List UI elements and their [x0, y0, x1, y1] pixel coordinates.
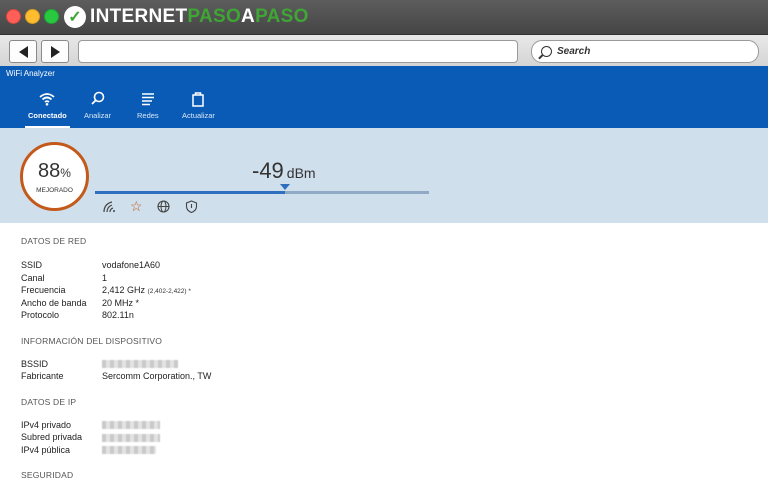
detail-key: SSID — [21, 260, 43, 270]
detail-key: Ancho de banda — [21, 297, 87, 308]
zoom-window-button[interactable] — [44, 9, 59, 24]
detail-key: Frecuencia — [21, 285, 66, 295]
detail-row: Canal 1 — [21, 272, 721, 285]
tab-label: Actualizar — [182, 111, 215, 120]
detail-row: IPv4 privado — [21, 419, 721, 432]
section-title-network: DATOS DE RED — [21, 236, 87, 246]
detail-value: 1 — [102, 272, 108, 283]
detail-key: Fabricante — [21, 371, 64, 381]
close-window-button[interactable] — [6, 9, 21, 24]
section-title-security: SEGURIDAD — [21, 470, 74, 480]
star-icon[interactable]: ☆ — [130, 198, 143, 215]
signal-icon[interactable] — [103, 200, 116, 213]
detail-row: SSID vodafone1A60 — [21, 259, 721, 272]
tab-label: Analizar — [84, 111, 112, 120]
frequency-value: 2,412 GHz — [102, 285, 146, 295]
tab-conectado[interactable]: Conectado — [25, 90, 70, 128]
detail-key: Subred privada — [21, 432, 83, 442]
magnifier-icon — [90, 91, 104, 105]
signal-strength-marker — [280, 184, 291, 190]
signal-quality-ring: 88% MEJORADO — [20, 142, 89, 211]
address-bar[interactable] — [78, 40, 518, 63]
signal-strength-bar — [95, 191, 429, 194]
dbm-value: -49 — [252, 158, 284, 183]
redacted-value — [102, 431, 160, 444]
detail-row: Frecuencia 2,412 GHz (2,402-2,422) * — [21, 284, 721, 297]
quality-unit: % — [60, 166, 71, 180]
detail-key: IPv4 privado — [21, 419, 72, 430]
app-header: WiFi Analyzer Conectado Analizar Redes A… — [0, 66, 768, 128]
detail-value: 2,412 GHz (2,402-2,422) * — [102, 284, 191, 297]
details-panel: DATOS DE RED SSID vodafone1A60 Canal 1 F… — [21, 236, 721, 482]
redacted-value — [102, 358, 178, 371]
search-field[interactable]: Search — [531, 40, 759, 63]
signal-quality-label: MEJORADO — [36, 187, 73, 194]
signal-dbm-readout: -49 dBm — [252, 158, 316, 184]
detail-value: 20 MHz * — [102, 297, 140, 308]
tab-actualizar[interactable]: Actualizar — [182, 90, 215, 128]
frequency-range: (2,402-2,422) * — [147, 288, 191, 295]
search-icon — [541, 46, 552, 57]
watermark-logo: ✓ INTERNETPASOAPASO — [64, 4, 309, 30]
section-title-ip: DATOS DE IP — [21, 396, 77, 407]
detail-row: Ancho de banda 20 MHz * — [21, 297, 721, 310]
detail-row: Protocolo 802.11n — [21, 309, 721, 322]
detail-key: Canal — [21, 272, 45, 283]
list-icon — [141, 93, 154, 106]
wifi-icon — [39, 93, 55, 106]
app-title: WiFi Analyzer — [6, 69, 55, 78]
search-placeholder: Search — [557, 46, 591, 57]
redacted-value — [102, 444, 156, 457]
signal-quality-value: 88% — [23, 160, 86, 183]
detail-key: BSSID — [21, 358, 49, 369]
back-button[interactable] — [9, 40, 37, 63]
dbm-unit: dBm — [286, 165, 316, 181]
globe-icon[interactable] — [157, 200, 170, 213]
forward-button[interactable] — [41, 40, 69, 63]
forward-arrow-icon — [50, 45, 60, 58]
detail-value: vodafone1A60 — [102, 260, 161, 270]
tab-analizar[interactable]: Analizar — [84, 90, 111, 128]
window-titlebar: ✓ INTERNETPASOAPASO — [0, 0, 768, 35]
bag-icon — [192, 92, 205, 107]
minimize-window-button[interactable] — [25, 9, 40, 24]
detail-value: 802.11n — [102, 310, 134, 320]
section-title-device: INFORMACIÓN DEL DISPOSITIVO — [21, 335, 163, 346]
detail-row: Subred privada — [21, 431, 721, 444]
watermark-text: INTERNETPASOAPASO — [90, 6, 309, 27]
signal-strength-fill — [95, 191, 286, 194]
detail-value: Sercomm Corporation., TW — [102, 371, 212, 381]
shield-icon[interactable] — [185, 200, 198, 213]
detail-key: Protocolo — [21, 310, 60, 320]
quality-number: 88 — [38, 160, 61, 182]
detail-row: BSSID — [21, 358, 721, 371]
tab-label: Conectado — [28, 111, 67, 120]
redacted-value — [102, 419, 160, 432]
back-arrow-icon — [18, 45, 28, 58]
logo-check-icon: ✓ — [64, 6, 86, 28]
detail-row: IPv4 pública — [21, 444, 721, 457]
detail-row: Fabricante Sercomm Corporation., TW — [21, 370, 721, 383]
browser-toolbar: Search — [0, 35, 768, 67]
tab-label: Redes — [137, 111, 159, 120]
tab-redes[interactable]: Redes — [137, 90, 159, 128]
detail-key: IPv4 pública — [21, 444, 71, 455]
